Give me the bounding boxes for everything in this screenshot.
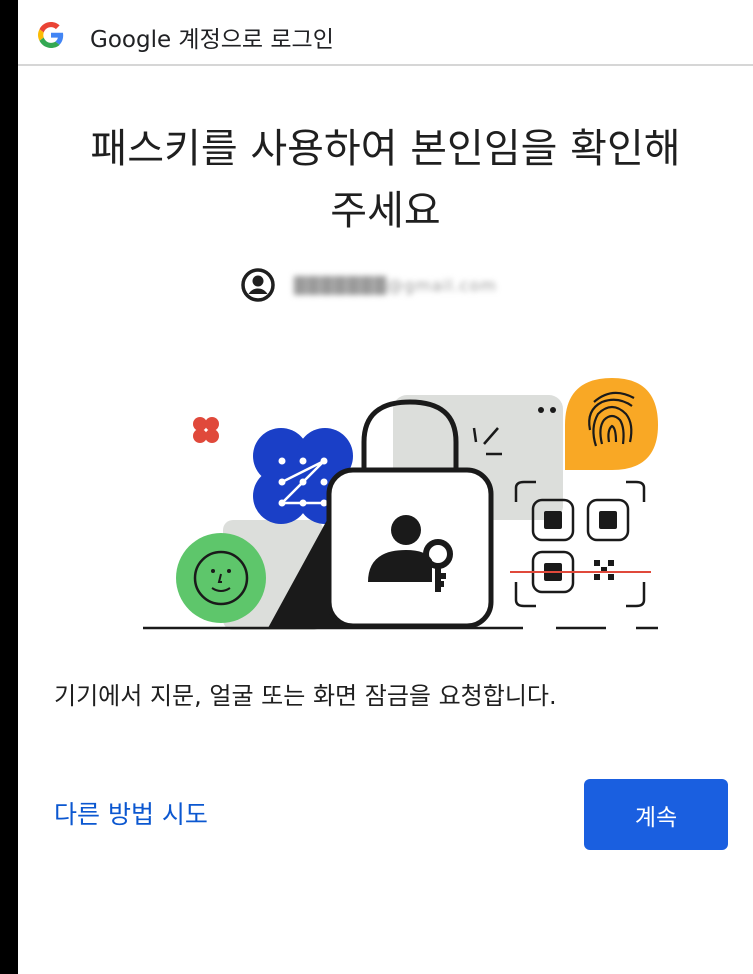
page-title-line-1: 패스키를 사용하여 본인임을 확인해 xyxy=(90,126,681,172)
description-text: 기기에서 지문, 얼굴 또는 화면 잠금을 요청합니다. xyxy=(54,682,557,710)
header-bar: Google 계정으로 로그인 xyxy=(18,0,753,66)
continue-button[interactable]: 계속 xyxy=(584,779,728,850)
fingerprint-icon xyxy=(565,378,658,470)
sign-in-dialog: Google 계정으로 로그인 패스키를 사용하여 본인임을 확인해 주세요 █… xyxy=(18,0,753,974)
account-chip: ███████@gmail.com xyxy=(240,266,497,304)
face-icon xyxy=(176,533,266,623)
page-title-line-2: 주세요 xyxy=(330,188,441,234)
red-flower-icon xyxy=(193,417,219,443)
account-circle-icon xyxy=(241,268,275,302)
google-g-icon xyxy=(38,22,64,48)
page-title: 패스키를 사용하여 본인임을 확인해 주세요 xyxy=(38,118,733,242)
header-title: Google 계정으로 로그인 xyxy=(90,27,334,53)
account-email: ███████@gmail.com xyxy=(294,275,497,295)
try-another-way-link[interactable]: 다른 방법 시도 xyxy=(54,795,208,831)
passkey-illustration xyxy=(143,378,658,630)
